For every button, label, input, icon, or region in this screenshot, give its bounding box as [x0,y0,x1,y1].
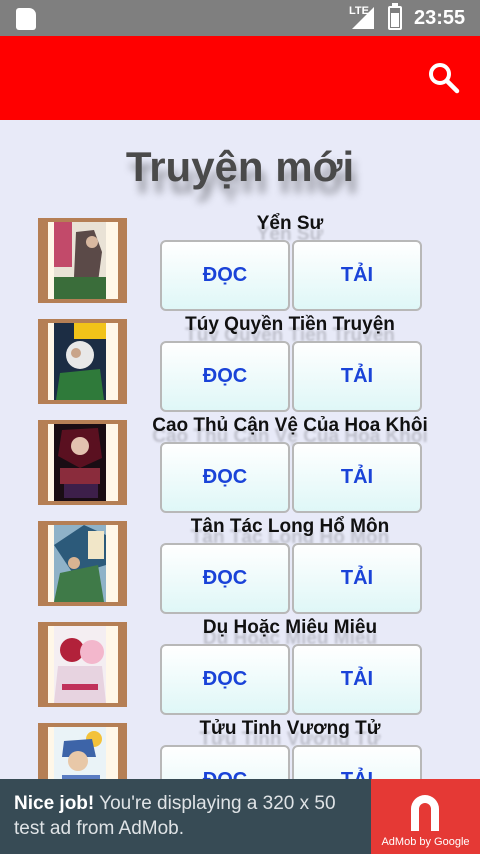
download-button[interactable]: TẢI [292,644,422,715]
download-button[interactable]: TẢI [292,442,422,513]
battery-icon [388,3,402,30]
story-list[interactable]: Yển Sư Yển Sư ĐỌC TẢI Túy Quyền Tiền Tru… [0,213,480,819]
story-cover[interactable] [38,218,127,303]
story-cover[interactable] [38,420,127,505]
cover-image [54,424,106,501]
story-cover[interactable] [38,319,127,404]
story-title: Cao Thủ Cận Vệ Của Hoa Khôi [152,415,428,436]
cover-image [54,525,106,602]
cover-image [54,222,106,299]
clock: 23:55 [414,7,466,29]
read-button[interactable]: ĐỌC [160,644,290,715]
ad-banner[interactable]: Nice job! You're displaying a 320 x 50 t… [0,779,480,854]
story-item: Túy Quyền Tiền Truyện Túy Quyền Tiền Tru… [0,314,480,415]
story-item: Cao Thủ Cận Vệ Của Hoa Khôi Cao Thủ Cận … [0,415,480,516]
search-button[interactable] [424,58,464,98]
cover-image [54,626,106,703]
admob-brand-label: AdMob by Google [381,836,470,848]
page-title: Truyện mới [125,143,355,190]
story-item: Tân Tác Long Hổ Môn Tân Tác Long Hổ Môn … [0,516,480,617]
read-button[interactable]: ĐỌC [160,543,290,614]
story-cover[interactable] [38,622,127,707]
read-button[interactable]: ĐỌC [160,341,290,412]
search-icon [429,63,460,94]
ad-text: Nice job! You're displaying a 320 x 50 t… [14,791,364,841]
story-item: Dụ Hoặc Miêu Miêu Dụ Hoặc Miêu Miêu ĐỌC … [0,617,480,718]
story-title: Tửu Tinh Vương Tử [199,718,381,739]
sd-card-icon [16,8,36,30]
status-bar: LTE 23:55 [0,0,480,36]
network-type: LTE [349,5,369,17]
story-title: Yển Sư [256,213,324,234]
app-bar [0,36,480,120]
admob-icon [411,795,439,831]
story-title: Túy Quyền Tiền Truyện [185,314,395,335]
download-button[interactable]: TẢI [292,240,422,311]
read-button[interactable]: ĐỌC [160,442,290,513]
story-cover[interactable] [38,521,127,606]
read-button[interactable]: ĐỌC [160,240,290,311]
story-title: Dụ Hoặc Miêu Miêu [202,617,378,638]
admob-logo[interactable]: AdMob by Google [371,779,480,854]
download-button[interactable]: TẢI [292,543,422,614]
story-item: Yển Sư Yển Sư ĐỌC TẢI [0,213,480,314]
story-title: Tân Tác Long Hổ Môn [190,516,390,537]
ad-headline: Nice job! [14,793,95,814]
download-button[interactable]: TẢI [292,341,422,412]
cover-image [54,323,106,400]
